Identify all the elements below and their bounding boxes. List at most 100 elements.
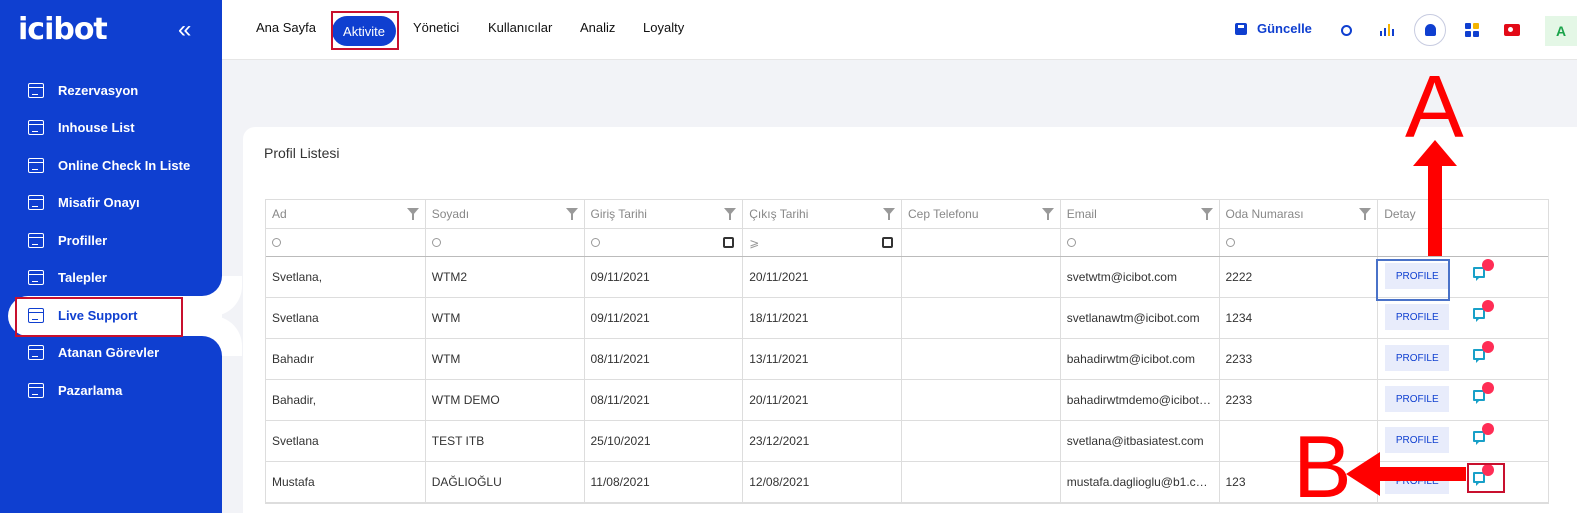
nav-loyalty[interactable]: Loyalty	[643, 20, 684, 35]
notification-button[interactable]	[1414, 14, 1446, 46]
sidebar-item-inhouse-list[interactable]: Inhouse List	[0, 112, 222, 142]
nav-analiz[interactable]: Analiz	[580, 20, 615, 35]
nav-yonetici[interactable]: Yönetici	[413, 20, 459, 35]
filter-empty	[1378, 229, 1548, 256]
table-cell: 23/12/2021	[743, 421, 902, 461]
table-row[interactable]: Svetlana, WTM2 09/11/2021 20/11/2021 svetwtm…	[266, 257, 1548, 298]
notification-badge	[1482, 300, 1495, 312]
column-header[interactable]: Giriş Tarihi	[585, 200, 744, 228]
card-title: Profil Listesi	[264, 145, 340, 161]
table-cell: WTM2	[426, 257, 585, 297]
table-cell: 25/10/2021	[585, 421, 744, 461]
table-cell: mustafa.daglioglu@b1.c…	[1061, 462, 1220, 502]
sidebar-item-label: Profiller	[58, 232, 108, 248]
search-icon	[1340, 24, 1352, 36]
double-chevron-left-icon[interactable]: «	[178, 16, 191, 44]
search-icon	[431, 238, 441, 247]
detail-cell: PROFILE	[1378, 298, 1548, 338]
highlight-live-support	[15, 297, 183, 337]
table-cell: svetlana@itbasiatest.com	[1061, 421, 1220, 461]
table-cell: Bahadır	[266, 339, 426, 379]
sidebar-item-misafir-onayi[interactable]: Misafir Onayı	[0, 187, 222, 217]
profile-button[interactable]: PROFILE	[1385, 345, 1450, 371]
sidebar-item-label: Online Check In Liste	[58, 157, 191, 173]
table-cell: 1234	[1220, 298, 1379, 338]
column-header[interactable]: Oda Numarası	[1220, 200, 1379, 228]
language-button[interactable]	[1496, 14, 1528, 46]
profile-button[interactable]: PROFILE	[1385, 304, 1450, 330]
sidebar-item-talepler[interactable]: Talepler	[0, 262, 222, 292]
table-row[interactable]: Svetlana WTM 09/11/2021 18/11/2021 svetlanaw…	[266, 298, 1548, 339]
table-cell: 13/11/2021	[743, 339, 902, 379]
filter-input[interactable]	[1220, 229, 1379, 256]
column-header[interactable]: Soyadı	[426, 200, 585, 228]
search-icon	[590, 238, 600, 247]
notification-badge	[1482, 341, 1495, 353]
sidebar-item-rezervasyon[interactable]: Rezervasyon	[0, 75, 222, 105]
table-cell: 2233	[1220, 339, 1379, 379]
table-cell	[902, 380, 1061, 420]
sidebar-item-pazarlama[interactable]: Pazarlama	[0, 375, 222, 405]
sidebar-item-profiller[interactable]: Profiller	[0, 225, 222, 255]
search-icon	[1066, 238, 1076, 247]
arrow-left-shaft	[1378, 467, 1466, 481]
sidebar-item-label: Talepler	[58, 269, 107, 285]
table-header: Ad Soyadı Giriş Tarihi Çıkış Tarihi Cep …	[266, 200, 1548, 229]
filter-icon[interactable]	[1359, 208, 1372, 220]
column-header[interactable]: Cep Telefonu	[902, 200, 1061, 228]
calendar-icon	[28, 344, 44, 360]
detail-cell: PROFILE	[1378, 339, 1548, 379]
table-cell: bahadirwtmdemo@icibot…	[1061, 380, 1220, 420]
grid-icon	[1465, 23, 1479, 37]
table-cell: Svetlana	[266, 298, 426, 338]
filter-input[interactable]	[902, 229, 1061, 256]
table-cell: WTM	[426, 339, 585, 379]
apps-button[interactable]	[1456, 14, 1488, 46]
table-cell: 08/11/2021	[585, 339, 744, 379]
table-cell: 11/08/2021	[585, 462, 744, 502]
profile-button[interactable]: PROFILE	[1385, 386, 1450, 412]
table-cell: svetwtm@icibot.com	[1061, 257, 1220, 297]
calendar-icon	[28, 194, 44, 210]
filter-input[interactable]	[585, 229, 744, 256]
table-cell	[902, 462, 1061, 502]
sidebar-item-online-check-in[interactable]: Online Check In Liste	[0, 150, 222, 180]
chart-button[interactable]	[1372, 14, 1404, 46]
calendar-icon[interactable]	[882, 237, 893, 248]
calendar-icon[interactable]	[723, 237, 735, 248]
filter-input[interactable]: ⩾	[743, 229, 902, 256]
sidebar-item-label: Rezervasyon	[58, 82, 139, 98]
table-cell	[902, 298, 1061, 338]
column-header[interactable]: Email	[1061, 200, 1220, 228]
table-cell: Svetlana	[266, 421, 426, 461]
filter-icon[interactable]	[406, 208, 419, 220]
column-header[interactable]: Ad	[266, 200, 426, 228]
table-row[interactable]: Bahadir, WTM DEMO 08/11/2021 20/11/2021 baha…	[266, 380, 1548, 421]
nav-kullanicilar[interactable]: Kullanıcılar	[488, 20, 552, 35]
arrow-up-shaft	[1428, 164, 1442, 256]
filter-input[interactable]	[1061, 229, 1220, 256]
search-button[interactable]	[1330, 14, 1362, 46]
notification-badge	[1482, 259, 1495, 271]
filter-icon[interactable]	[724, 208, 737, 220]
table-row[interactable]: Bahadır WTM 08/11/2021 13/11/2021 bahadirwtm…	[266, 339, 1548, 380]
filter-icon[interactable]	[1200, 208, 1213, 220]
filter-icon[interactable]	[1041, 208, 1054, 220]
calendar-icon	[28, 119, 44, 135]
update-button[interactable]: Güncelle	[1235, 21, 1312, 36]
filter-input[interactable]	[266, 229, 426, 256]
nav-ana-sayfa[interactable]: Ana Sayfa	[256, 20, 316, 35]
search-icon	[1225, 238, 1235, 247]
sidebar: icibot « Rezervasyon Inhouse List Online…	[0, 0, 222, 513]
profile-button[interactable]: PROFILE	[1385, 427, 1450, 453]
table-cell: 09/11/2021	[585, 298, 744, 338]
sidebar-item-label: Pazarlama	[58, 382, 123, 398]
filter-icon[interactable]	[565, 208, 578, 220]
sidebar-item-atanan-gorevler[interactable]: Atanan Görevler	[0, 337, 222, 367]
table-cell: 09/11/2021	[585, 257, 744, 297]
column-header[interactable]: Çıkış Tarihi	[743, 200, 902, 228]
filter-icon[interactable]	[883, 208, 895, 220]
filter-input[interactable]	[426, 229, 585, 256]
avatar[interactable]: A	[1545, 16, 1577, 46]
sidebar-item-label: Misafir Onayı	[58, 194, 140, 210]
